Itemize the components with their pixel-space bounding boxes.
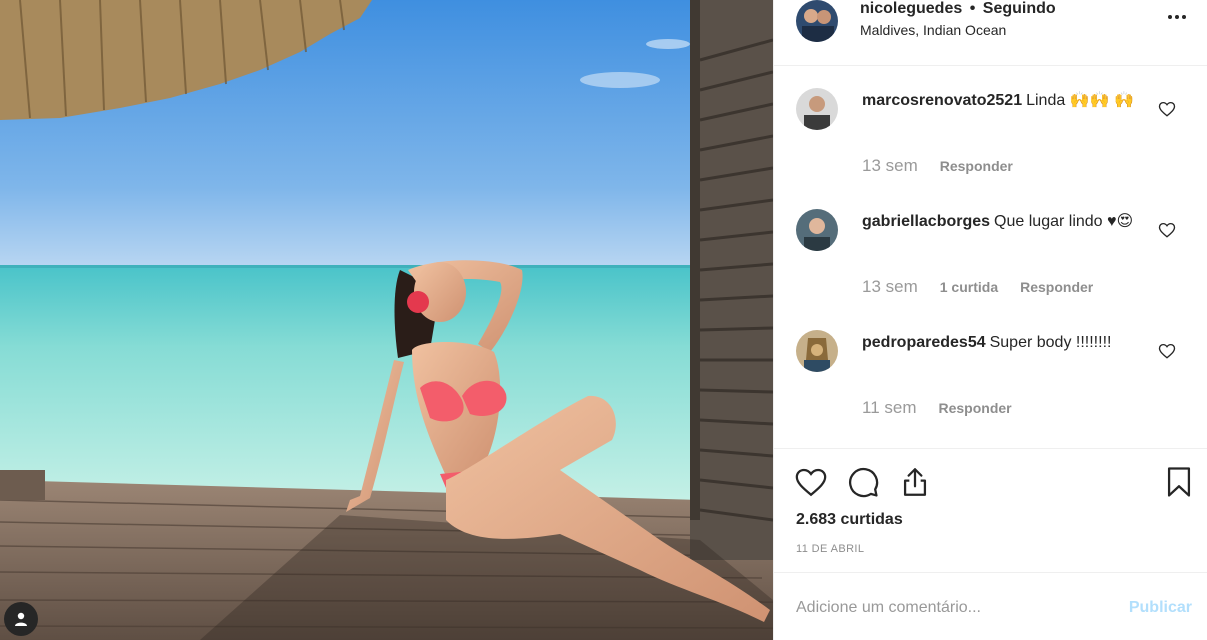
comment-meta: 13 sem 1 curtida Responder xyxy=(862,277,1093,297)
reply-button[interactable]: Responder xyxy=(1020,279,1093,295)
commenter-avatar[interactable] xyxy=(796,330,838,372)
separator-dot: • xyxy=(969,0,976,17)
publish-button[interactable]: Publicar xyxy=(1129,599,1192,617)
heart-outline-icon[interactable] xyxy=(1158,342,1176,360)
post-photo[interactable] xyxy=(0,0,773,640)
more-dot xyxy=(1182,15,1186,19)
author-username[interactable]: nicoleguedes xyxy=(860,0,962,17)
comment-item: gabriellacborges Que lugar lindo ♥😍 13 se… xyxy=(774,187,1207,308)
comment-username[interactable]: pedroparedes54 xyxy=(862,334,986,351)
comment-text: pedroparedes54 Super body !!!!!!!! xyxy=(862,332,1152,354)
likes-count[interactable]: 2.683 curtidas xyxy=(796,511,903,529)
comment-username[interactable]: gabriellacborges xyxy=(862,213,990,230)
heart-outline-icon[interactable] xyxy=(1158,221,1176,239)
more-dot xyxy=(1168,15,1172,19)
comment-likes-count[interactable]: 1 curtida xyxy=(940,279,998,295)
post-header: nicoleguedes • Seguindo Maldives, Indian… xyxy=(774,0,1207,66)
more-dot xyxy=(1175,15,1179,19)
add-comment-bar: Publicar xyxy=(774,572,1207,640)
comment-text: marcosrenovato2521 Linda 🙌🙌 🙌 xyxy=(862,90,1152,112)
post-location[interactable]: Maldives, Indian Ocean xyxy=(860,22,1006,38)
share-upload-icon[interactable] xyxy=(898,465,932,499)
commenter-avatar[interactable] xyxy=(796,209,838,251)
commenter-avatar[interactable] xyxy=(796,88,838,130)
heart-icon[interactable] xyxy=(794,465,828,499)
comment-item: marcosrenovato2521 Linda 🙌🙌 🙌 13 sem Resp… xyxy=(774,66,1207,187)
post-date[interactable]: 11 DE ABRIL xyxy=(796,543,864,555)
comment-text: gabriellacborges Que lugar lindo ♥😍 xyxy=(862,211,1152,233)
comment-username[interactable]: marcosrenovato2521 xyxy=(862,92,1022,109)
post-actions: 2.683 curtidas 11 DE ABRIL xyxy=(774,448,1207,572)
comment-meta: 13 sem Responder xyxy=(862,156,1013,176)
bookmark-icon[interactable] xyxy=(1162,465,1196,499)
more-options-icon[interactable] xyxy=(1168,10,1192,24)
comment-body: Super body !!!!!!!! xyxy=(989,334,1112,351)
comment-time[interactable]: 13 sem xyxy=(862,156,918,176)
reply-button[interactable]: Responder xyxy=(939,400,1012,416)
comment-body: Linda 🙌🙌 🙌 xyxy=(1026,92,1134,109)
comment-time[interactable]: 11 sem xyxy=(862,398,917,418)
comments-list[interactable]: marcosrenovato2521 Linda 🙌🙌 🙌 13 sem Resp… xyxy=(774,66,1207,448)
user-tag-icon[interactable] xyxy=(4,602,38,636)
author-avatar[interactable] xyxy=(796,0,838,42)
author-line: nicoleguedes • Seguindo xyxy=(860,0,1056,18)
follow-status-button[interactable]: Seguindo xyxy=(983,0,1056,17)
comment-bubble-icon[interactable] xyxy=(846,465,880,499)
comment-body: Que lugar lindo ♥😍 xyxy=(994,213,1134,230)
comment-meta: 11 sem Responder xyxy=(862,398,1012,418)
heart-outline-icon[interactable] xyxy=(1158,100,1176,118)
comment-time[interactable]: 13 sem xyxy=(862,277,918,297)
post-side-panel: nicoleguedes • Seguindo Maldives, Indian… xyxy=(773,0,1207,640)
post-image xyxy=(0,0,773,640)
comment-item: pedroparedes54 Super body !!!!!!!! 11 sem… xyxy=(774,308,1207,429)
reply-button[interactable]: Responder xyxy=(940,158,1013,174)
comment-input[interactable] xyxy=(796,599,1096,617)
